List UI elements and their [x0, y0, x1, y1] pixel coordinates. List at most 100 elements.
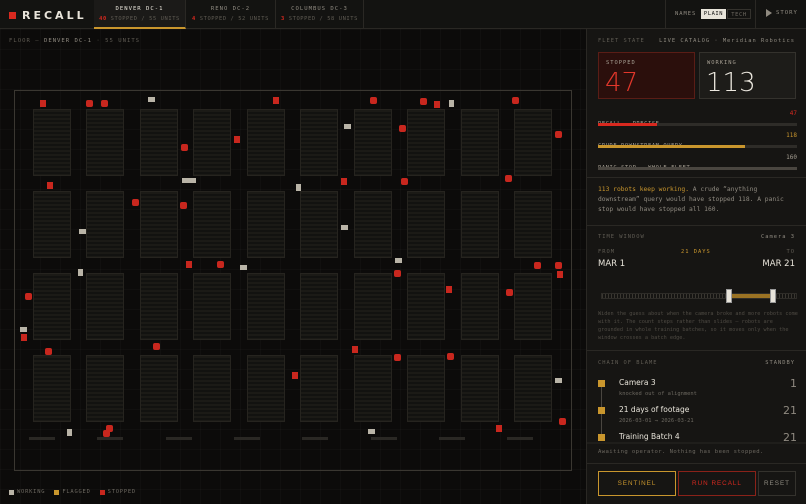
robot-stopped[interactable] — [40, 100, 46, 107]
names-tech-toggle[interactable]: TECH — [727, 9, 751, 19]
robot-stopped[interactable] — [25, 293, 32, 300]
site-tab-name: RENO DC-2 — [210, 6, 251, 12]
storage-rack — [33, 191, 71, 258]
robot-working[interactable] — [67, 429, 72, 436]
robot-working[interactable] — [296, 184, 301, 191]
storage-rack — [514, 109, 552, 176]
robot-stopped[interactable] — [181, 144, 188, 151]
site-stopped-count: 3 — [281, 16, 285, 22]
divider — [587, 225, 806, 226]
robot-stopped[interactable] — [447, 353, 454, 360]
robot-working[interactable] — [341, 225, 348, 230]
robot-working[interactable] — [368, 429, 375, 434]
chain-item-sub: 2026-03-01 → 2026-03-21 — [619, 418, 694, 424]
storage-rack — [86, 191, 124, 258]
site-tab-denver[interactable]: DENVER DC-1 40 STOPPED / 55 UNITS — [94, 0, 186, 29]
robot-stopped[interactable] — [106, 425, 113, 432]
chain-item-title: Camera 3 — [619, 378, 656, 387]
robot-stopped[interactable] — [420, 98, 427, 105]
sentinel-button[interactable]: SENTINEL — [598, 471, 676, 496]
storage-rack — [514, 191, 552, 258]
robot-stopped[interactable] — [394, 270, 401, 277]
site-status-text: STOPPED / 52 UNITS — [199, 16, 269, 22]
stopped-stat: STOPPED 47 — [598, 52, 695, 99]
robot-stopped[interactable] — [21, 334, 27, 341]
run-recall-button[interactable]: RUN RECALL — [678, 471, 756, 496]
robot-stopped[interactable] — [352, 346, 358, 353]
site-status-text: STOPPED / 55 UNITS — [110, 16, 180, 22]
robot-stopped[interactable] — [234, 136, 240, 143]
robot-working[interactable] — [240, 265, 247, 270]
window-days: 21 DAYS — [681, 249, 711, 255]
robot-stopped[interactable] — [555, 131, 562, 138]
window-start-handle[interactable] — [726, 289, 733, 303]
reset-button[interactable]: RESET — [758, 471, 796, 496]
window-end-handle[interactable] — [769, 289, 776, 303]
robot-stopped[interactable] — [86, 100, 93, 107]
robot-working[interactable] — [148, 97, 155, 102]
robot-working[interactable] — [189, 178, 196, 183]
robot-stopped[interactable] — [292, 372, 298, 379]
robot-stopped[interactable] — [370, 97, 377, 104]
site-tab-status: 4 STOPPED / 52 UNITS — [186, 16, 275, 22]
impact-summary: 113 robots keep working. A crude “anythi… — [598, 185, 799, 215]
robot-stopped[interactable] — [446, 286, 452, 293]
floor-caption: FLOOR — DENVER DC-1 · 55 UNITS — [9, 38, 140, 44]
robot-working[interactable] — [182, 178, 189, 183]
robot-working[interactable] — [555, 378, 562, 383]
robot-stopped[interactable] — [496, 425, 502, 432]
robot-stopped[interactable] — [557, 271, 563, 278]
site-tab-columbus[interactable]: COLUMBUS DC-3 3 STOPPED / 58 UNITS — [276, 0, 364, 29]
time-window-slider[interactable] — [601, 293, 797, 299]
robot-stopped[interactable] — [153, 343, 160, 350]
robot-stopped[interactable] — [341, 178, 347, 185]
storage-rack — [86, 109, 124, 176]
robot-stopped[interactable] — [555, 262, 562, 269]
robot-stopped[interactable] — [534, 262, 541, 269]
robot-stopped[interactable] — [559, 418, 566, 425]
operator-status: Awaiting operator. Nothing has been stop… — [598, 449, 764, 455]
storage-rack — [354, 355, 392, 422]
robot-working[interactable] — [395, 258, 402, 263]
robot-working[interactable] — [78, 269, 83, 276]
from-label: FROM — [598, 249, 615, 255]
dock-pad — [97, 437, 123, 440]
site-tab-name: COLUMBUS DC-3 — [291, 6, 348, 12]
robot-working[interactable] — [449, 100, 454, 107]
robot-stopped[interactable] — [180, 202, 187, 209]
robot-working[interactable] — [344, 124, 351, 129]
site-tab-reno[interactable]: RENO DC-2 4 STOPPED / 52 UNITS — [186, 0, 276, 29]
site-stopped-count: 4 — [192, 16, 196, 22]
story-button[interactable]: STORY — [766, 9, 798, 17]
robot-stopped[interactable] — [399, 125, 406, 132]
robot-stopped[interactable] — [47, 182, 53, 189]
robot-working[interactable] — [20, 327, 27, 332]
robot-working[interactable] — [79, 229, 86, 234]
names-toggle-group: NAMES PLAIN TECH — [665, 0, 756, 29]
legend-swatch-stopped — [99, 489, 105, 495]
robot-stopped[interactable] — [186, 261, 192, 268]
robot-stopped[interactable] — [512, 97, 519, 104]
robot-stopped[interactable] — [505, 175, 512, 182]
dock-pad — [371, 437, 397, 440]
robot-stopped[interactable] — [132, 199, 139, 206]
legend-label: WORKING — [17, 489, 46, 495]
robot-stopped[interactable] — [273, 97, 279, 104]
robot-stopped[interactable] — [401, 178, 408, 185]
dock-pad — [439, 437, 465, 440]
robot-stopped[interactable] — [101, 100, 108, 107]
storage-rack — [300, 355, 338, 422]
bar-recall-precise: RECALL — PRECISE 47 — [598, 110, 797, 129]
names-plain-toggle[interactable]: PLAIN — [701, 9, 726, 19]
robot-stopped[interactable] — [217, 261, 224, 268]
robot-stopped[interactable] — [45, 348, 52, 355]
robot-stopped[interactable] — [434, 101, 440, 108]
storage-rack — [140, 355, 178, 422]
robot-stopped[interactable] — [394, 354, 401, 361]
bar-fill — [598, 123, 657, 126]
bar-value: 118 — [786, 132, 797, 139]
chain-item-title: Training Batch 4 — [619, 432, 680, 441]
dock-pad — [302, 437, 328, 440]
robot-stopped[interactable] — [506, 289, 513, 296]
storage-rack — [461, 273, 499, 340]
